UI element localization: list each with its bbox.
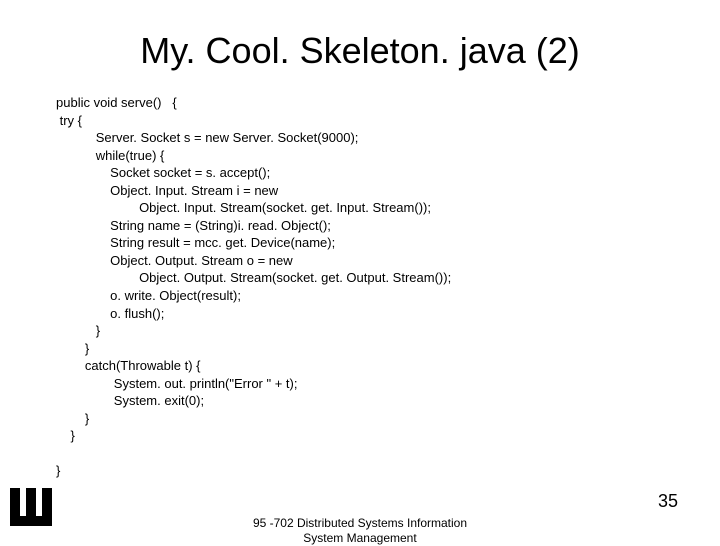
footer-line2: System Management	[303, 531, 416, 545]
slide-title: My. Cool. Skeleton. java (2)	[50, 30, 670, 72]
slide-container: My. Cool. Skeleton. java (2) public void…	[0, 0, 720, 540]
footer-center: 95 -702 Distributed Systems Information …	[210, 516, 510, 546]
page-number: 35	[658, 491, 678, 512]
code-block: public void serve() { try { Server. Sock…	[50, 94, 670, 480]
cmu-logo-icon	[6, 484, 58, 530]
footer-line1: 95 -702 Distributed Systems Information	[253, 516, 467, 530]
